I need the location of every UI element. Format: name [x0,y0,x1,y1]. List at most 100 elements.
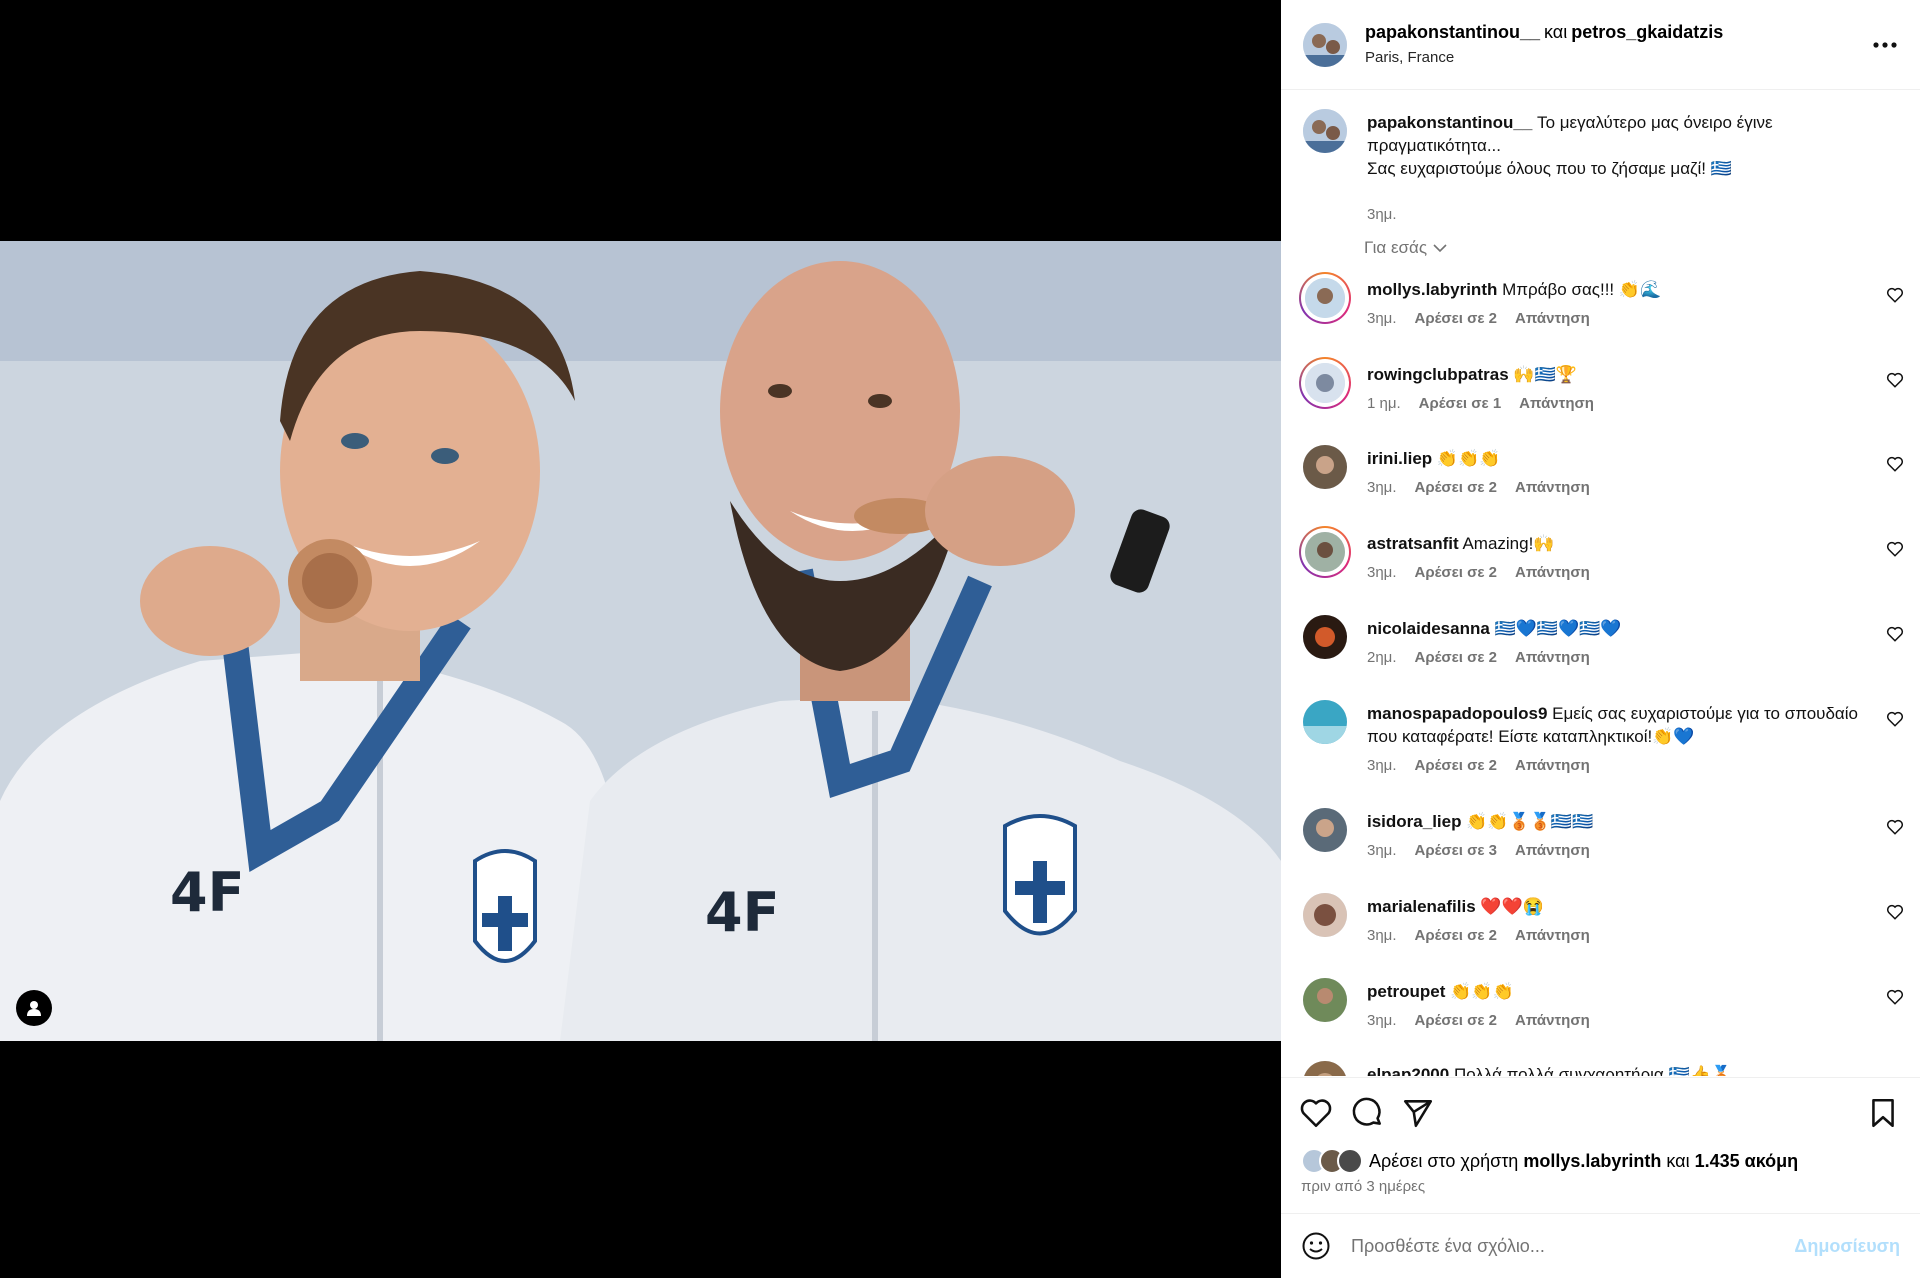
comment-heart-icon[interactable] [1886,903,1904,921]
comment-avatar[interactable] [1303,978,1347,1022]
comment-item: petroupet 👏👏👏 3ημ. Αρέσει σε 2 Απάντηση [1281,978,1920,1062]
caption-username[interactable]: papakonstantinou__ [1367,113,1532,132]
share-icon[interactable] [1401,1096,1435,1130]
comment-content: 👏👏👏 [1436,449,1501,468]
svg-text:4F: 4F [705,881,779,944]
comment-text: nicolaidesanna 🇬🇷💙🇬🇷💙🇬🇷💙 [1367,617,1847,640]
comment-content: 👏👏👏 [1450,982,1514,1001]
post-authors: papakonstantinou__ και petros_gkaidatzis [1365,22,1723,43]
comment-meta: 2ημ. Αρέσει σε 2 Απάντηση [1367,649,1590,666]
post-location[interactable]: Paris, France [1365,49,1454,66]
comment-time: 3ημ. [1367,927,1397,944]
post-comment-button[interactable]: Δημοσίευση [1794,1236,1900,1257]
bookmark-icon[interactable] [1866,1096,1900,1130]
comment-heart-icon[interactable] [1886,371,1904,389]
comment-likes[interactable]: Αρέσει σε 2 [1415,1012,1498,1029]
comment-username[interactable]: isidora_liep [1367,812,1461,831]
comment-content: 👏👏🥉🥉🇬🇷🇬🇷 [1466,812,1594,831]
comment-likes[interactable]: Αρέσει σε 1 [1419,395,1502,412]
comment-heart-icon[interactable] [1886,818,1904,836]
comment-username[interactable]: mollys.labyrinth [1367,280,1497,299]
more-options-button[interactable] [1870,30,1900,60]
comment-meta: 3ημ. Αρέσει σε 2 Απάντηση [1367,1012,1590,1029]
comments-filter-dropdown[interactable]: Για εσάς [1364,238,1447,258]
tagged-users-button[interactable] [16,990,52,1026]
comment-avatar[interactable] [1303,700,1347,744]
comment-avatar[interactable] [1303,1061,1347,1076]
comment-meta: 1 ημ. Αρέσει σε 1 Απάντηση [1367,395,1594,412]
comment-heart-icon[interactable] [1886,625,1904,643]
comment-time: 3ημ. [1367,479,1397,496]
comment-text: mollys.labyrinth Μπράβο σας!!! 👏🌊 [1367,278,1847,301]
comment-avatar[interactable] [1303,808,1347,852]
comment-avatar[interactable] [1303,445,1347,489]
comment-heart-icon[interactable] [1886,455,1904,473]
comment-input[interactable] [1351,1228,1771,1264]
reply-button[interactable]: Απάντηση [1515,1012,1590,1029]
likes-prefix: Αρέσει στο χρήστη [1369,1150,1519,1171]
likes-count[interactable]: 1.435 ακόμη [1695,1151,1799,1172]
reply-button[interactable]: Απάντηση [1519,395,1594,412]
comment-item: irini.liep 👏👏👏 3ημ. Αρέσει σε 2 Απάντηση [1281,445,1920,529]
comment-heart-icon[interactable] [1886,710,1904,728]
comment-heart-icon[interactable] [1886,540,1904,558]
comment-avatar[interactable] [1303,615,1347,659]
comment-text: astratsanfit Amazing!🙌 [1367,532,1847,555]
post-panel: papakonstantinou__ και petros_gkaidatzis P… [1281,0,1920,1278]
post-date: πριν από 3 ημέρες [1301,1178,1426,1195]
comment-likes[interactable]: Αρέσει σε 2 [1415,757,1498,774]
reply-button[interactable]: Απάντηση [1515,757,1590,774]
comment-heart-icon[interactable] [1886,988,1904,1006]
comment-username[interactable]: rowingclubpatras [1367,365,1509,384]
comment-avatar[interactable] [1305,278,1345,318]
emoji-icon[interactable] [1301,1231,1331,1261]
comment-username[interactable]: manospapadopoulos9 [1367,704,1547,723]
comment-item: manospapadopoulos9 Εμείς σας ευχαριστούμ… [1281,700,1920,804]
comment-icon[interactable] [1351,1096,1385,1130]
comment-username[interactable]: elpap2000 [1367,1065,1449,1076]
comment-content: 🙌🇬🇷🏆 [1513,365,1577,384]
comment-username[interactable]: nicolaidesanna [1367,619,1490,638]
comment-likes[interactable]: Αρέσει σε 3 [1415,842,1498,859]
post-header: papakonstantinou__ και petros_gkaidatzis P… [1281,0,1920,90]
comment-likes[interactable]: Αρέσει σε 2 [1415,649,1498,666]
comment-avatar[interactable] [1305,532,1345,572]
comments-filter-label: Για εσάς [1364,238,1428,257]
coauthor-username[interactable]: petros_gkaidatzis [1571,22,1723,42]
comment-username[interactable]: marialenafilis [1367,897,1476,916]
caption-line-2: Σας ευχαριστούμε όλους που το ζήσαμε μαζ… [1367,159,1732,178]
reply-button[interactable]: Απάντηση [1515,479,1590,496]
authors-connector: και [1544,22,1568,42]
heart-icon[interactable] [1299,1096,1333,1130]
comment-avatar[interactable] [1305,363,1345,403]
reply-button[interactable]: Απάντηση [1515,310,1590,327]
add-comment-bar: Δημοσίευση [1281,1213,1920,1278]
liker-avatar [1337,1148,1363,1174]
comment-likes[interactable]: Αρέσει σε 2 [1415,564,1498,581]
comment-text: marialenafilis ❤️❤️😭 [1367,895,1847,918]
reply-button[interactable]: Απάντηση [1515,564,1590,581]
comment-username[interactable]: irini.liep [1367,449,1432,468]
author-username[interactable]: papakonstantinou__ [1365,22,1540,42]
comment-item: rowingclubpatras 🙌🇬🇷🏆 1 ημ. Αρέσει σε 1 … [1281,357,1920,445]
comment-likes[interactable]: Αρέσει σε 2 [1415,479,1498,496]
comment-item: marialenafilis ❤️❤️😭 3ημ. Αρέσει σε 2 Απ… [1281,893,1920,977]
reply-button[interactable]: Απάντηση [1515,927,1590,944]
comment-username[interactable]: petroupet [1367,982,1445,1001]
caption-avatar[interactable] [1303,109,1347,153]
reply-button[interactable]: Απάντηση [1515,842,1590,859]
comment-likes[interactable]: Αρέσει σε 2 [1415,310,1498,327]
comment-meta: 3ημ. Αρέσει σε 3 Απάντηση [1367,842,1590,859]
comment-time: 3ημ. [1367,310,1397,327]
comment-username[interactable]: astratsanfit [1367,534,1459,553]
comment-text: irini.liep 👏👏👏 [1367,447,1847,470]
comments-section[interactable]: papakonstantinou__ Το μεγαλύτερο μας όνε… [1281,91,1920,1076]
author-avatar[interactable] [1303,23,1347,67]
comment-avatar[interactable] [1303,893,1347,937]
likes-user[interactable]: mollys.labyrinth [1523,1151,1661,1172]
likes-summary[interactable]: Αρέσει στο χρήστη mollys.labyrinth και 1… [1301,1148,1798,1174]
comment-likes[interactable]: Αρέσει σε 2 [1415,927,1498,944]
reply-button[interactable]: Απάντηση [1515,649,1590,666]
comment-content: Μπράβο σας!!! 👏🌊 [1502,280,1662,299]
comment-heart-icon[interactable] [1886,286,1904,304]
